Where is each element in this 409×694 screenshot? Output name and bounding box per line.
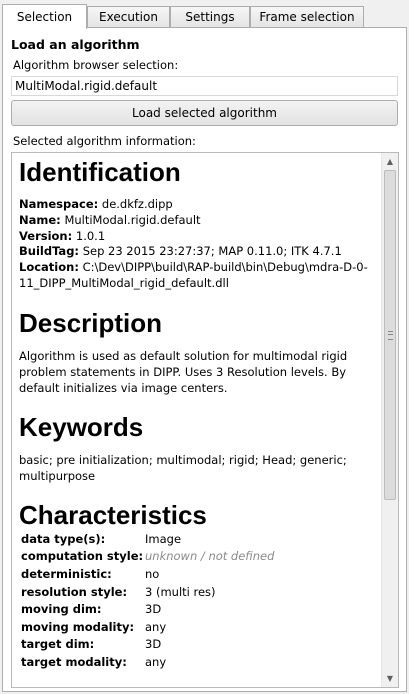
identification-section: Identification Namespace: de.dkfz.dipp N… bbox=[19, 157, 374, 292]
char-value: unknown / not defined bbox=[145, 549, 275, 564]
tab-settings[interactable]: Settings bbox=[170, 6, 250, 27]
browser-label: Algorithm browser selection: bbox=[13, 58, 179, 72]
load-algorithm-button[interactable]: Load selected algorithm bbox=[11, 100, 398, 126]
char-value: 3D bbox=[145, 637, 162, 652]
vertical-scrollbar[interactable]: ▲ ▼ bbox=[381, 153, 398, 687]
scroll-down-icon[interactable]: ▼ bbox=[382, 670, 398, 687]
version-value: 1.0.1 bbox=[75, 228, 106, 243]
characteristics-section: Characteristics data type(s): Image compu… bbox=[19, 500, 374, 673]
keywords-section: Keywords basic; pre initialization; mult… bbox=[19, 412, 374, 484]
char-value: Image bbox=[145, 531, 182, 546]
algorithm-browser-input[interactable] bbox=[11, 76, 398, 96]
char-value: no bbox=[145, 566, 160, 581]
description-heading: Description bbox=[19, 307, 163, 338]
description-text: Algorithm is used as default solution fo… bbox=[19, 348, 348, 395]
characteristics-heading: Characteristics bbox=[19, 499, 207, 530]
table-row: data type(s): Image bbox=[19, 532, 274, 550]
name-key: Name: bbox=[19, 212, 61, 227]
buildtag-key: BuildTag: bbox=[19, 244, 80, 259]
char-key: deterministic: bbox=[21, 566, 112, 581]
group-title: Load an algorithm bbox=[11, 37, 140, 52]
name-value: MultiModal.rigid.default bbox=[64, 212, 201, 227]
table-row: resolution style: 3 (multi res) bbox=[19, 585, 274, 603]
char-key: resolution style: bbox=[21, 584, 128, 599]
namespace-row: Namespace: de.dkfz.dipp bbox=[19, 197, 374, 213]
table-row: target modality: any bbox=[19, 655, 274, 673]
location-row: Location: C:\Dev\DIPP\build\RAP-build\bi… bbox=[19, 260, 374, 292]
description-section: Description Algorithm is used as default… bbox=[19, 308, 374, 396]
characteristics-table: data type(s): Image computation style: unk… bbox=[19, 532, 274, 673]
table-row: target dim: 3D bbox=[19, 637, 274, 655]
algorithm-info-view[interactable]: Identification Namespace: de.dkfz.dipp N… bbox=[11, 152, 399, 688]
char-key: data type(s): bbox=[21, 531, 106, 546]
char-key: moving dim: bbox=[21, 602, 102, 617]
char-key: moving modality: bbox=[21, 619, 135, 634]
namespace-value: de.dkfz.dipp bbox=[101, 197, 173, 211]
buildtag-value: Sep 23 2015 23:27:37; MAP 0.11.0; ITK 4.… bbox=[82, 244, 342, 259]
version-row: Version: 1.0.1 bbox=[19, 229, 374, 245]
scrollbar-thumb[interactable] bbox=[384, 170, 396, 500]
table-row: moving modality: any bbox=[19, 620, 274, 638]
keywords-heading: Keywords bbox=[19, 411, 144, 442]
keywords-text: basic; pre initialization; multimodal; r… bbox=[19, 452, 347, 483]
namespace-key: Namespace: bbox=[19, 197, 99, 211]
tab-execution[interactable]: Execution bbox=[87, 6, 170, 27]
table-row: deterministic: no bbox=[19, 567, 274, 585]
grip-icon bbox=[388, 331, 393, 340]
char-key: target modality: bbox=[21, 654, 127, 669]
table-row: computation style: unknown / not defined bbox=[19, 549, 274, 567]
buildtag-row: BuildTag: Sep 23 2015 23:27:37; MAP 0.11… bbox=[19, 244, 374, 260]
info-label: Selected algorithm information: bbox=[13, 134, 196, 148]
tab-frame-selection[interactable]: Frame selection bbox=[250, 6, 364, 27]
char-value: 3D bbox=[145, 602, 162, 617]
char-value: any bbox=[145, 619, 167, 634]
char-key: target dim: bbox=[21, 637, 95, 652]
name-row: Name: MultiModal.rigid.default bbox=[19, 213, 374, 229]
tab-selection[interactable]: Selection bbox=[2, 4, 87, 29]
tab-bar: Selection Execution Settings Frame selec… bbox=[2, 4, 407, 29]
char-key: computation style: bbox=[21, 549, 144, 564]
identification-heading: Identification bbox=[19, 157, 181, 187]
scroll-up-icon[interactable]: ▲ bbox=[382, 153, 398, 170]
info-content: Identification Namespace: de.dkfz.dipp N… bbox=[19, 157, 374, 687]
table-row: moving dim: 3D bbox=[19, 602, 274, 620]
location-key: Location: bbox=[19, 260, 79, 275]
char-value: 3 (multi res) bbox=[145, 584, 216, 599]
version-key: Version: bbox=[19, 228, 73, 243]
char-value: any bbox=[145, 654, 167, 669]
selection-panel: Load an algorithm Algorithm browser sele… bbox=[2, 27, 407, 692]
